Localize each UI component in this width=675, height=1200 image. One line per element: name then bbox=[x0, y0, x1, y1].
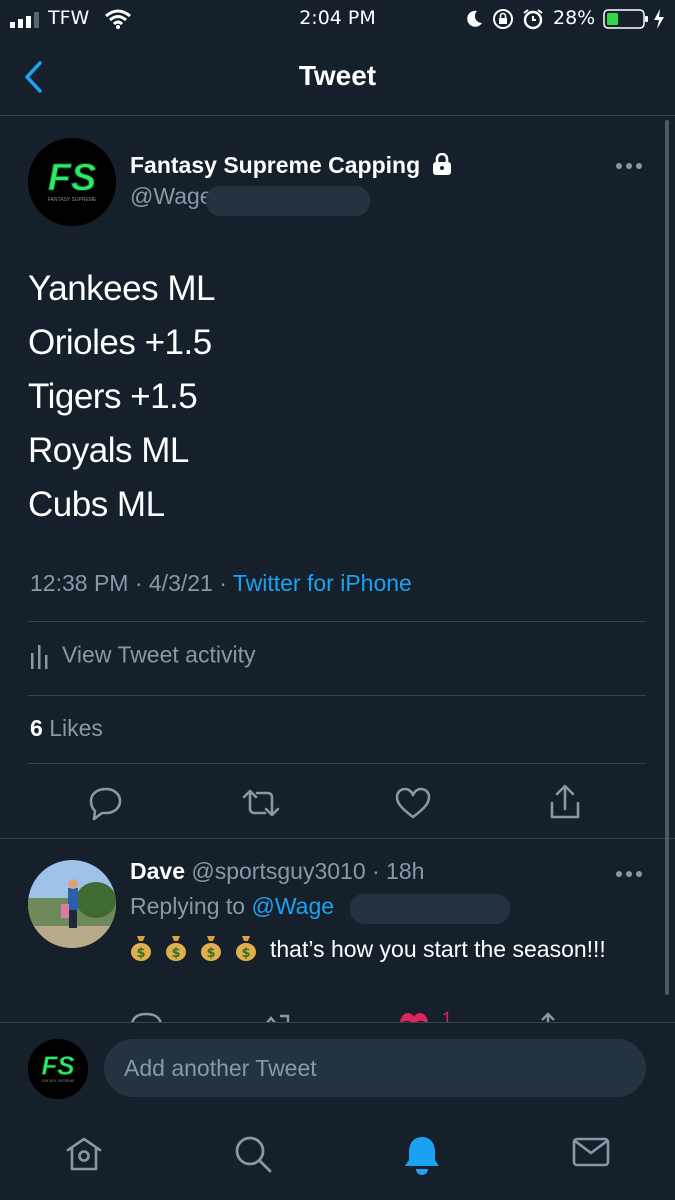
author-name[interactable]: Fantasy Supreme Capping bbox=[130, 152, 453, 179]
compose-bar: FS FANTASY SUPREME Add another Tweet bbox=[0, 1022, 675, 1114]
redacted-handle bbox=[206, 186, 370, 216]
scrollbar[interactable] bbox=[665, 120, 669, 995]
search-icon[interactable] bbox=[233, 1134, 273, 1174]
reply-icon[interactable] bbox=[88, 785, 124, 821]
status-bar: TFW 2:04 PM 28% bbox=[0, 0, 675, 38]
divider bbox=[0, 838, 675, 839]
divider bbox=[28, 695, 646, 696]
svg-text:$: $ bbox=[171, 946, 180, 961]
likes-count[interactable]: 6 bbox=[30, 715, 43, 741]
share-icon[interactable] bbox=[548, 783, 582, 821]
more-icon[interactable] bbox=[615, 160, 645, 172]
money-bag-icon: $ bbox=[131, 936, 151, 961]
money-bag-icon: $ bbox=[166, 936, 186, 961]
author-avatar[interactable]: FS FANTASY SUPREME bbox=[28, 138, 116, 226]
replying-label: Replying to bbox=[130, 893, 252, 919]
divider bbox=[28, 763, 646, 764]
reply-handle-time[interactable]: @sportsguy3010 · 18h bbox=[191, 858, 424, 884]
reply-text: $ $ $ $ that’s how you start the season!!! bbox=[130, 932, 630, 966]
avatar-logo-subtext: FANTASY SUPREME bbox=[48, 197, 97, 203]
tweet-text: Yankees ML Orioles +1.5 Tigers +1.5 Roya… bbox=[28, 262, 628, 532]
author-name-text[interactable]: Fantasy Supreme Capping bbox=[130, 152, 420, 178]
divider bbox=[28, 621, 646, 622]
redacted-handle bbox=[350, 894, 510, 924]
compose-avatar-logo-subtext: FANTASY SUPREME bbox=[42, 1079, 76, 1083]
reply-text-body: that’s how you start the season!!! bbox=[270, 936, 606, 962]
tweet-source-link[interactable]: Twitter for iPhone bbox=[233, 570, 412, 596]
orientation-lock-icon bbox=[493, 9, 513, 29]
replying-to: Replying to @Wage bbox=[130, 893, 334, 920]
tweet-line: Royals ML bbox=[28, 431, 189, 470]
notifications-icon[interactable] bbox=[402, 1134, 442, 1176]
tweet-line: Tigers +1.5 bbox=[28, 377, 198, 416]
home-icon[interactable] bbox=[64, 1134, 104, 1174]
reply-more-icon[interactable] bbox=[615, 868, 645, 880]
view-activity-label[interactable]: View Tweet activity bbox=[62, 641, 255, 667]
tweet-line: Orioles +1.5 bbox=[28, 323, 212, 362]
tweet-line: Cubs ML bbox=[28, 485, 165, 524]
lock-icon bbox=[432, 152, 451, 175]
battery-percent: 28% bbox=[553, 7, 596, 29]
tab-bar bbox=[0, 1114, 675, 1200]
header: Tweet bbox=[0, 38, 675, 116]
tweet-timestamp: 12:38 PM · 4/3/21 · bbox=[30, 570, 233, 596]
moon-icon bbox=[467, 10, 482, 27]
messages-icon[interactable] bbox=[571, 1134, 611, 1170]
money-bag-icon: $ bbox=[236, 936, 256, 961]
author-handle[interactable]: @Wage bbox=[130, 183, 213, 210]
bar-chart-icon bbox=[31, 644, 48, 669]
compose-input[interactable]: Add another Tweet bbox=[104, 1039, 646, 1097]
money-bag-icon: $ bbox=[201, 936, 221, 961]
compose-avatar: FS FANTASY SUPREME bbox=[28, 1039, 88, 1099]
alarm-icon bbox=[523, 9, 543, 30]
battery-icon bbox=[603, 9, 648, 29]
page-title: Tweet bbox=[298, 60, 377, 91]
likes-label[interactable]: Likes bbox=[49, 715, 103, 741]
likes-count-link[interactable]: 6 Likes bbox=[30, 715, 103, 742]
tweet-line: Yankees ML bbox=[28, 269, 215, 308]
avatar-logo-text: FS bbox=[48, 157, 97, 199]
view-activity-button[interactable]: View Tweet activity bbox=[30, 640, 255, 669]
svg-text:$: $ bbox=[136, 946, 145, 961]
svg-text:$: $ bbox=[241, 946, 250, 961]
reply-header[interactable]: Dave @sportsguy3010 · 18h bbox=[130, 858, 424, 885]
like-icon[interactable] bbox=[395, 787, 431, 819]
charging-icon bbox=[654, 9, 664, 29]
retweet-icon[interactable] bbox=[241, 787, 281, 819]
reply-avatar[interactable] bbox=[28, 860, 116, 948]
reply-author-name[interactable]: Dave bbox=[130, 858, 185, 884]
compose-avatar-logo-text: FS bbox=[41, 1052, 74, 1080]
tweet-meta: 12:38 PM · 4/3/21 · Twitter for iPhone bbox=[30, 570, 412, 597]
replying-handle[interactable]: @Wage bbox=[251, 893, 334, 919]
reply-like-count[interactable]: 1 bbox=[442, 1010, 452, 1022]
svg-text:$: $ bbox=[206, 946, 215, 961]
